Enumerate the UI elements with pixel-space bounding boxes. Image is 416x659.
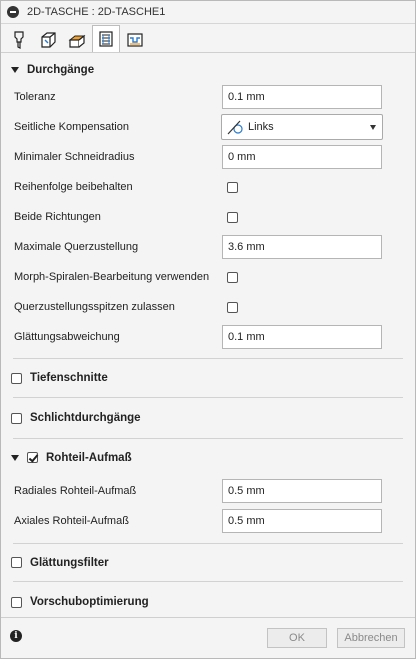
- tab-bar: [1, 24, 415, 53]
- kompensation-value: Links: [248, 121, 274, 133]
- tab-heights[interactable]: [63, 27, 91, 52]
- section-title: Rohteil-Aufmaß: [46, 451, 132, 464]
- section-vorschub-header[interactable]: Vorschuboptimierung: [1, 582, 415, 622]
- tool-icon: [14, 31, 24, 49]
- axial-row: Axiales Rohteil-Aufmaß 0.5 mm: [1, 506, 415, 536]
- toleranz-field[interactable]: 0.1 mm: [222, 85, 382, 109]
- ok-button[interactable]: OK: [267, 628, 327, 648]
- schlicht-checkbox[interactable]: [11, 412, 22, 424]
- axial-label: Axiales Rohteil-Aufmaß: [14, 515, 129, 527]
- cancel-button[interactable]: Abbrechen: [337, 628, 405, 648]
- radial-row: Radiales Rohteil-Aufmaß 0.5 mm: [1, 476, 415, 506]
- min-radius-label: Minimaler Schneidradius: [14, 151, 135, 163]
- tab-passes[interactable]: [92, 25, 120, 52]
- beide-checkbox[interactable]: [227, 211, 238, 223]
- dialog-window: 2D-TASCHE : 2D-TASCHE1 Durchgänge Tolera…: [0, 0, 416, 659]
- reihenfolge-label: Reihenfolge beibehalten: [14, 181, 133, 193]
- compensation-left-icon: [227, 120, 243, 135]
- passes-icon: [99, 31, 113, 47]
- querzustellung-row: Maximale Querzustellung 3.6 mm: [1, 232, 415, 262]
- section-title: Tiefenschnitte: [30, 372, 108, 384]
- collapse-icon[interactable]: [7, 6, 19, 18]
- vorschub-checkbox[interactable]: [11, 596, 22, 608]
- radial-field[interactable]: 0.5 mm: [222, 479, 382, 503]
- kompensation-dropdown[interactable]: Links: [221, 114, 383, 140]
- beide-row: Beide Richtungen: [1, 202, 415, 232]
- min-radius-field[interactable]: 0 mm: [222, 145, 382, 169]
- min-radius-row: Minimaler Schneidradius 0 mm: [1, 142, 415, 172]
- section-rohteil-header[interactable]: Rohteil-Aufmaß: [1, 439, 415, 476]
- filter-checkbox[interactable]: [11, 557, 22, 568]
- beide-label: Beide Richtungen: [14, 211, 101, 223]
- morph-row: Morph-Spiralen-Bearbeitung verwenden: [1, 262, 415, 292]
- spitzen-checkbox[interactable]: [227, 301, 238, 313]
- spitzen-row: Querzustellungsspitzen zulassen: [1, 292, 415, 322]
- glaettung-row: Glättungsabweichung 0.1 mm: [1, 322, 415, 352]
- tab-linking[interactable]: [121, 27, 149, 52]
- section-title: Schlichtdurchgänge: [30, 412, 141, 424]
- expand-triangle-icon[interactable]: [11, 66, 19, 73]
- querzustellung-field[interactable]: 3.6 mm: [222, 235, 382, 259]
- section-durchgaenge-header[interactable]: Durchgänge: [1, 57, 415, 82]
- section-tiefenschnitte-header[interactable]: Tiefenschnitte: [1, 359, 415, 397]
- title-bar: 2D-TASCHE : 2D-TASCHE1: [1, 1, 415, 24]
- tab-tool[interactable]: [5, 27, 33, 52]
- tab-geometry[interactable]: [34, 27, 62, 52]
- linking-icon: [127, 33, 143, 47]
- kompensation-label: Seitliche Kompensation: [14, 121, 129, 133]
- section-filter-header[interactable]: Glättungsfilter: [1, 544, 415, 581]
- section-title: Glättungsfilter: [30, 556, 109, 569]
- heights-icon: [68, 34, 86, 48]
- morph-checkbox[interactable]: [227, 271, 238, 283]
- geometry-icon: [41, 32, 56, 48]
- reihenfolge-checkbox[interactable]: [227, 181, 238, 193]
- spitzen-label: Querzustellungsspitzen zulassen: [14, 301, 175, 313]
- section-title: Durchgänge: [27, 63, 95, 76]
- toleranz-row: Toleranz 0.1 mm: [1, 82, 415, 112]
- glaettung-label: Glättungsabweichung: [14, 331, 120, 343]
- expand-triangle-icon[interactable]: [11, 454, 19, 461]
- section-schlicht-header[interactable]: Schlichtdurchgänge: [1, 398, 415, 438]
- radial-label: Radiales Rohteil-Aufmaß: [14, 485, 137, 497]
- glaettung-field[interactable]: 0.1 mm: [222, 325, 382, 349]
- morph-label: Morph-Spiralen-Bearbeitung verwenden: [14, 271, 210, 283]
- section-title: Vorschuboptimierung: [30, 596, 149, 608]
- parameters-panel: Durchgänge Toleranz 0.1 mm Seitliche Kom…: [1, 55, 415, 618]
- window-title: 2D-TASCHE : 2D-TASCHE1: [27, 6, 166, 18]
- querzustellung-label: Maximale Querzustellung: [14, 241, 139, 253]
- dialog-footer: i OK Abbrechen: [1, 617, 415, 658]
- chevron-down-icon: [370, 125, 376, 130]
- reihenfolge-row: Reihenfolge beibehalten: [1, 172, 415, 202]
- kompensation-row: Seitliche Kompensation Links: [1, 112, 415, 142]
- toleranz-label: Toleranz: [14, 91, 56, 103]
- rohteil-checkbox[interactable]: [27, 452, 38, 463]
- axial-field[interactable]: 0.5 mm: [222, 509, 382, 533]
- info-icon[interactable]: i: [10, 630, 22, 642]
- tiefenschnitte-checkbox[interactable]: [11, 372, 22, 384]
